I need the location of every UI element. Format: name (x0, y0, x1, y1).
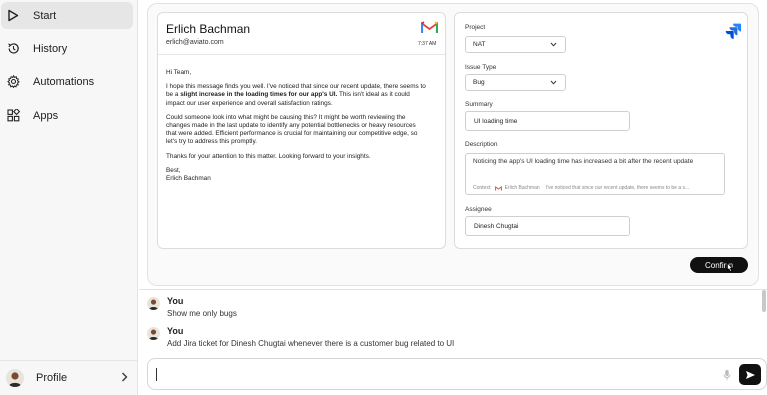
description-label: Description (465, 141, 498, 148)
description-context: Context: Erlich Bachman I've noticed tha… (473, 185, 723, 191)
summary-label: Summary (465, 101, 493, 108)
chevron-right-icon (121, 372, 128, 385)
jira-logo-icon (725, 23, 741, 44)
send-icon (745, 370, 755, 379)
project-select[interactable]: NAT (465, 36, 566, 53)
sidebar-item-label: Automations (33, 75, 95, 88)
message-text: Add Jira ticket for Dinesh Chugtai whene… (167, 339, 455, 348)
sidebar-item-label: Apps (33, 109, 59, 122)
sidebar-item-label: History (33, 42, 68, 55)
project-value: NAT (473, 41, 486, 48)
summary-field[interactable]: UI loading time (465, 111, 630, 131)
avatar (147, 297, 160, 310)
email-divider (158, 54, 445, 55)
email-paragraph: Thanks for your attention to this matter… (166, 152, 371, 160)
assignee-field[interactable]: Dinesh Chugtai (465, 216, 630, 236)
email-body: Hi Team, I hope this message finds you w… (166, 69, 426, 183)
microphone-icon[interactable] (723, 368, 731, 386)
chevron-down-icon (550, 42, 557, 49)
description-value: Noticing the app's UI loading time has i… (473, 158, 694, 165)
history-icon (6, 42, 20, 56)
chat-divider (139, 289, 767, 290)
chat-scrollbar[interactable] (762, 290, 766, 312)
gmail-icon (420, 21, 439, 39)
sidebar-item-history[interactable]: History (1, 35, 133, 62)
chat-input-bar (147, 358, 767, 390)
context-snippet: I've noticed that since our recent updat… (545, 185, 690, 191)
automation-preview-panel: Erlich Bachman erlich@aviato.com 7:37 AM… (147, 3, 759, 286)
mouse-pointer-icon (725, 261, 734, 279)
profile-button[interactable]: Profile (0, 360, 138, 395)
message-text: Show me only bugs (167, 309, 237, 318)
profile-label: Profile (36, 372, 68, 384)
email-paragraph: I hope this message finds you well. I've… (166, 83, 426, 107)
project-label: Project (465, 24, 486, 31)
email-card: Erlich Bachman erlich@aviato.com 7:37 AM… (157, 12, 446, 249)
email-address: erlich@aviato.com (166, 39, 224, 46)
description-field[interactable]: Noticing the app's UI loading time has i… (465, 153, 725, 195)
sidebar-item-start[interactable]: Start (1, 2, 133, 29)
send-button[interactable] (739, 364, 761, 385)
confirm-button[interactable]: Confirm (690, 257, 748, 273)
issue-type-label: Issue Type (465, 64, 497, 71)
avatar (6, 369, 24, 387)
email-closing: Best, (166, 166, 181, 174)
sidebar: Start History Automations Apps Profile (0, 0, 138, 395)
avatar (147, 327, 160, 340)
issue-type-value: Bug (473, 79, 485, 86)
assignee-value: Dinesh Chugtai (474, 222, 519, 230)
chevron-down-icon (550, 80, 557, 87)
gear-icon (6, 75, 20, 89)
sidebar-item-label: Start (33, 9, 57, 22)
email-time: 7:37 AM (418, 41, 437, 47)
assignee-label: Assignee (465, 206, 492, 213)
play-icon (6, 9, 20, 23)
context-sender: Erlich Bachman (504, 185, 540, 191)
issue-type-select[interactable]: Bug (465, 74, 566, 91)
sidebar-item-automations[interactable]: Automations (1, 68, 133, 95)
message-author: You (167, 326, 184, 336)
gmail-icon (494, 185, 502, 191)
sidebar-item-apps[interactable]: Apps (1, 102, 133, 129)
email-sender: Erlich Bachman (166, 22, 251, 36)
chat-input[interactable] (156, 366, 716, 384)
email-greeting: Hi Team, (166, 69, 192, 76)
apps-grid-icon (6, 109, 20, 123)
summary-value: UI loading time (474, 117, 518, 125)
jira-ticket-form: Project NAT Issue Type Bug Summary UI lo… (454, 12, 748, 249)
email-paragraph: Could someone look into what might be ca… (166, 113, 418, 146)
email-signature: Erlich Bachman (166, 175, 211, 183)
context-label: Context: (473, 185, 492, 191)
message-author: You (167, 296, 184, 306)
